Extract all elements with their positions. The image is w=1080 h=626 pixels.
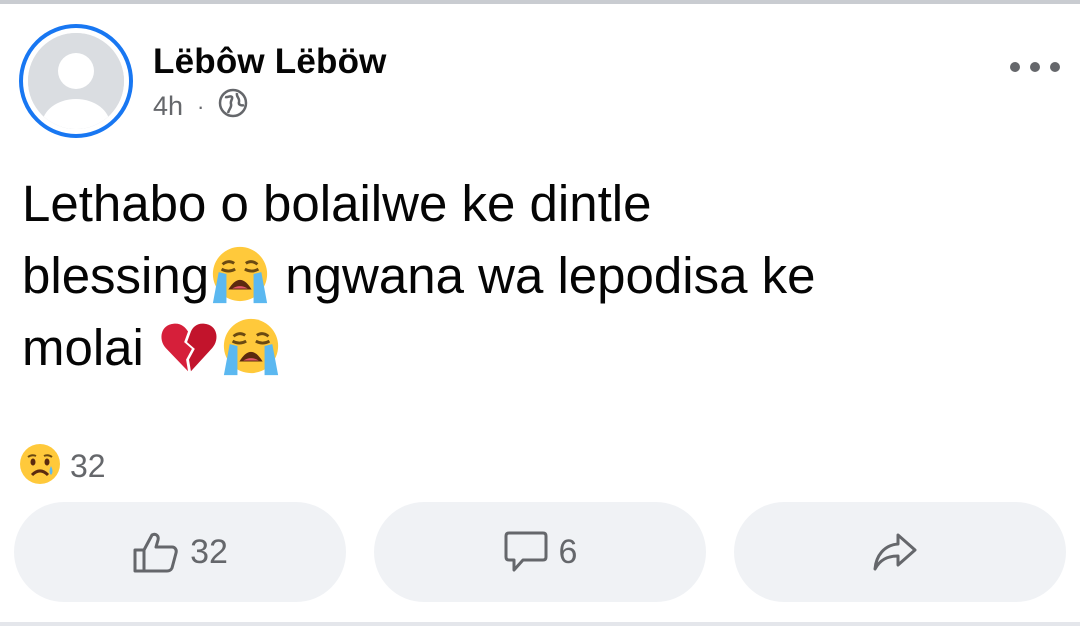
post-text-line-2: blessing ngwana wa lepodisa ke <box>22 240 1062 312</box>
like-count: 32 <box>190 532 228 571</box>
meta-separator: · <box>197 93 205 119</box>
more-dot <box>1010 62 1020 72</box>
more-dot <box>1030 62 1040 72</box>
comment-button[interactable]: 6 <box>374 502 706 602</box>
post-meta: 4h · <box>153 88 248 125</box>
sad-reaction-icon <box>18 442 62 491</box>
author-name[interactable]: Lëbôw Lëböw <box>153 42 387 82</box>
more-dot <box>1050 62 1060 72</box>
crying-face-emoji-icon <box>220 315 282 377</box>
globe-icon[interactable] <box>218 88 248 125</box>
reactions-summary[interactable]: 32 <box>18 442 106 491</box>
post-text-fragment: molai <box>22 319 159 376</box>
post-text-fragment: blessing <box>22 247 210 304</box>
share-button[interactable] <box>734 502 1066 602</box>
avatar[interactable] <box>19 24 133 138</box>
post-time[interactable]: 4h <box>153 91 183 122</box>
broken-heart-emoji-icon <box>158 315 220 377</box>
post-text-line-3: molai <box>22 312 1062 384</box>
top-divider <box>0 0 1080 4</box>
comment-icon <box>504 531 548 572</box>
post-text-line-1: Lethabo o bolailwe ke dintle <box>22 175 652 232</box>
thumbs-up-icon <box>133 532 178 573</box>
post-text-fragment: ngwana wa lepodisa ke <box>271 247 816 304</box>
default-avatar-icon <box>28 33 124 129</box>
bottom-divider <box>0 622 1080 626</box>
crying-face-emoji-icon <box>209 243 271 305</box>
like-button[interactable]: 32 <box>14 502 346 602</box>
share-icon <box>873 533 917 571</box>
comment-count: 6 <box>558 532 578 571</box>
post-text: Lethabo o bolailwe ke dintle blessing ng… <box>22 168 1062 384</box>
more-options-button[interactable] <box>1010 52 1060 82</box>
reactions-count: 32 <box>70 448 106 484</box>
